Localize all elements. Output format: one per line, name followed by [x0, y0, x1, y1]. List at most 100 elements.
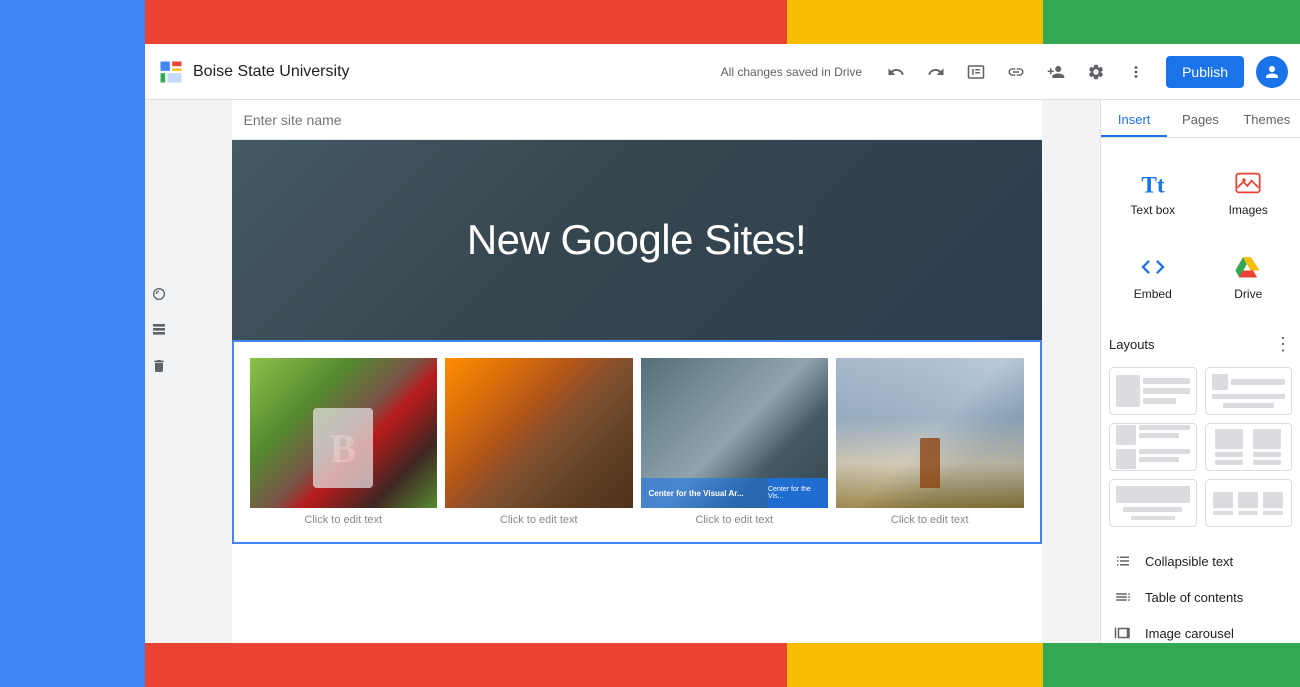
layouts-header: Layouts ⋮ [1109, 334, 1292, 355]
redo-button[interactable] [918, 54, 954, 90]
image-cell-2[interactable]: Click to edit text [445, 358, 633, 526]
embed-label: Embed [1134, 287, 1172, 301]
undo-left-button[interactable] [145, 280, 173, 308]
drive-label: Drive [1234, 287, 1262, 301]
sidebar: Insert Pages Themes Tt [1100, 100, 1300, 643]
img-caption-3: Click to edit text [695, 514, 773, 526]
toc-svg [1114, 588, 1132, 606]
insert-embed[interactable]: Embed [1109, 238, 1197, 314]
link-button[interactable] [998, 54, 1034, 90]
image-grid-section[interactable]: B Click to edit text Click to edit text [232, 340, 1042, 544]
avatar-icon [1263, 63, 1281, 81]
share-icon [1047, 63, 1065, 81]
settings-button[interactable] [1078, 54, 1114, 90]
trash-icon [151, 358, 167, 374]
image-placeholder-3: Center for the Visual Ar... Center for t… [641, 358, 829, 508]
save-status: All changes saved in Drive [721, 65, 862, 79]
image-cell-1[interactable]: B Click to edit text [250, 358, 438, 526]
site-name-input[interactable] [244, 112, 425, 128]
image-grid: B Click to edit text Click to edit text [250, 358, 1024, 526]
collapsible-text-item[interactable]: Collapsible text [1109, 543, 1292, 579]
layout-item-4[interactable] [1205, 423, 1293, 471]
editor-wrapper: New Google Sites! B Click to edit text [145, 100, 1300, 643]
layouts-more[interactable]: ⋮ [1274, 334, 1292, 355]
preview-button[interactable] [958, 54, 994, 90]
pages-icon [151, 322, 167, 338]
img-caption-2: Click to edit text [500, 514, 578, 526]
toolbar-actions: Publish [878, 54, 1288, 90]
tab-themes[interactable]: Themes [1234, 100, 1300, 137]
tab-insert[interactable]: Insert [1101, 100, 1167, 137]
publish-button[interactable]: Publish [1166, 56, 1244, 88]
tab-pages[interactable]: Pages [1167, 100, 1233, 137]
img-caption-4: Click to edit text [891, 514, 969, 526]
site-name-bar [232, 100, 1042, 140]
empty-section [232, 552, 1042, 643]
collapsible-svg [1114, 552, 1132, 570]
table-of-contents-item[interactable]: Table of contents [1109, 579, 1292, 615]
strip-red [145, 0, 402, 44]
bottom-strip-green [1043, 643, 1300, 687]
left-tools-panel [145, 100, 173, 643]
insert-images[interactable]: Images [1205, 154, 1293, 230]
site-canvas: New Google Sites! B Click to edit text [232, 100, 1042, 643]
images-label: Images [1229, 203, 1268, 217]
more-button[interactable] [1118, 54, 1154, 90]
textbox-label: Text box [1130, 203, 1175, 217]
textbox-svg: Tt [1139, 169, 1167, 197]
toc-icon [1113, 587, 1133, 607]
textbox-icon: Tt [1137, 167, 1169, 199]
editor-scroll[interactable]: New Google Sites! B Click to edit text [173, 100, 1100, 643]
hero-section[interactable]: New Google Sites! [232, 140, 1042, 340]
redo-icon [927, 63, 945, 81]
insert-grid: Tt Text box [1109, 154, 1292, 314]
layout-item-5[interactable] [1109, 479, 1197, 527]
embed-svg [1139, 253, 1167, 281]
main-window: Boise State University All changes saved… [145, 44, 1300, 643]
sites-logo [157, 58, 185, 86]
bottom-color-strip [145, 643, 1300, 687]
image-cell-3[interactable]: Center for the Visual Ar... Center for t… [641, 358, 829, 526]
carousel-icon [1113, 623, 1133, 643]
undo-icon [887, 63, 905, 81]
images-icon [1232, 167, 1264, 199]
drive-svg [1234, 253, 1262, 281]
link-icon [1007, 63, 1025, 81]
bg-left [0, 0, 145, 687]
embed-icon [1137, 251, 1169, 283]
layout-item-1[interactable] [1109, 367, 1197, 415]
image-cell-4[interactable]: Click to edit text [836, 358, 1024, 526]
strip-red2 [402, 0, 787, 44]
pages-left-button[interactable] [145, 316, 173, 344]
bottom-strip-yellow [787, 643, 1044, 687]
carousel-svg [1114, 624, 1132, 642]
insert-drive[interactable]: Drive [1205, 238, 1293, 314]
insert-textbox[interactable]: Tt Text box [1109, 154, 1197, 230]
top-color-strip [145, 0, 1300, 44]
svg-text:Tt: Tt [1141, 172, 1165, 197]
settings-icon [1087, 63, 1105, 81]
hero-title: New Google Sites! [467, 216, 806, 264]
collapsible-icon [1113, 551, 1133, 571]
layout-item-2[interactable] [1205, 367, 1293, 415]
share-button[interactable] [1038, 54, 1074, 90]
user-avatar[interactable] [1256, 56, 1288, 88]
undo-button[interactable] [878, 54, 914, 90]
sidebar-content: Tt Text box [1101, 138, 1300, 643]
bottom-strip-red [145, 643, 402, 687]
bottom-strip-red2 [402, 643, 787, 687]
image-placeholder-2 [445, 358, 633, 508]
layouts-grid [1109, 367, 1292, 527]
preview-icon [967, 63, 985, 81]
layouts-title: Layouts [1109, 337, 1155, 352]
strip-yellow [787, 0, 1044, 44]
site-title: Boise State University [193, 63, 721, 81]
image-carousel-item[interactable]: Image carousel [1109, 615, 1292, 643]
delete-left-button[interactable] [145, 352, 173, 380]
layout-item-3[interactable] [1109, 423, 1197, 471]
drive-icon [1232, 251, 1264, 283]
layout-item-6[interactable] [1205, 479, 1293, 527]
sidebar-tabs: Insert Pages Themes [1101, 100, 1300, 138]
cursor-icon [151, 286, 167, 302]
img-caption-1: Click to edit text [304, 514, 382, 526]
